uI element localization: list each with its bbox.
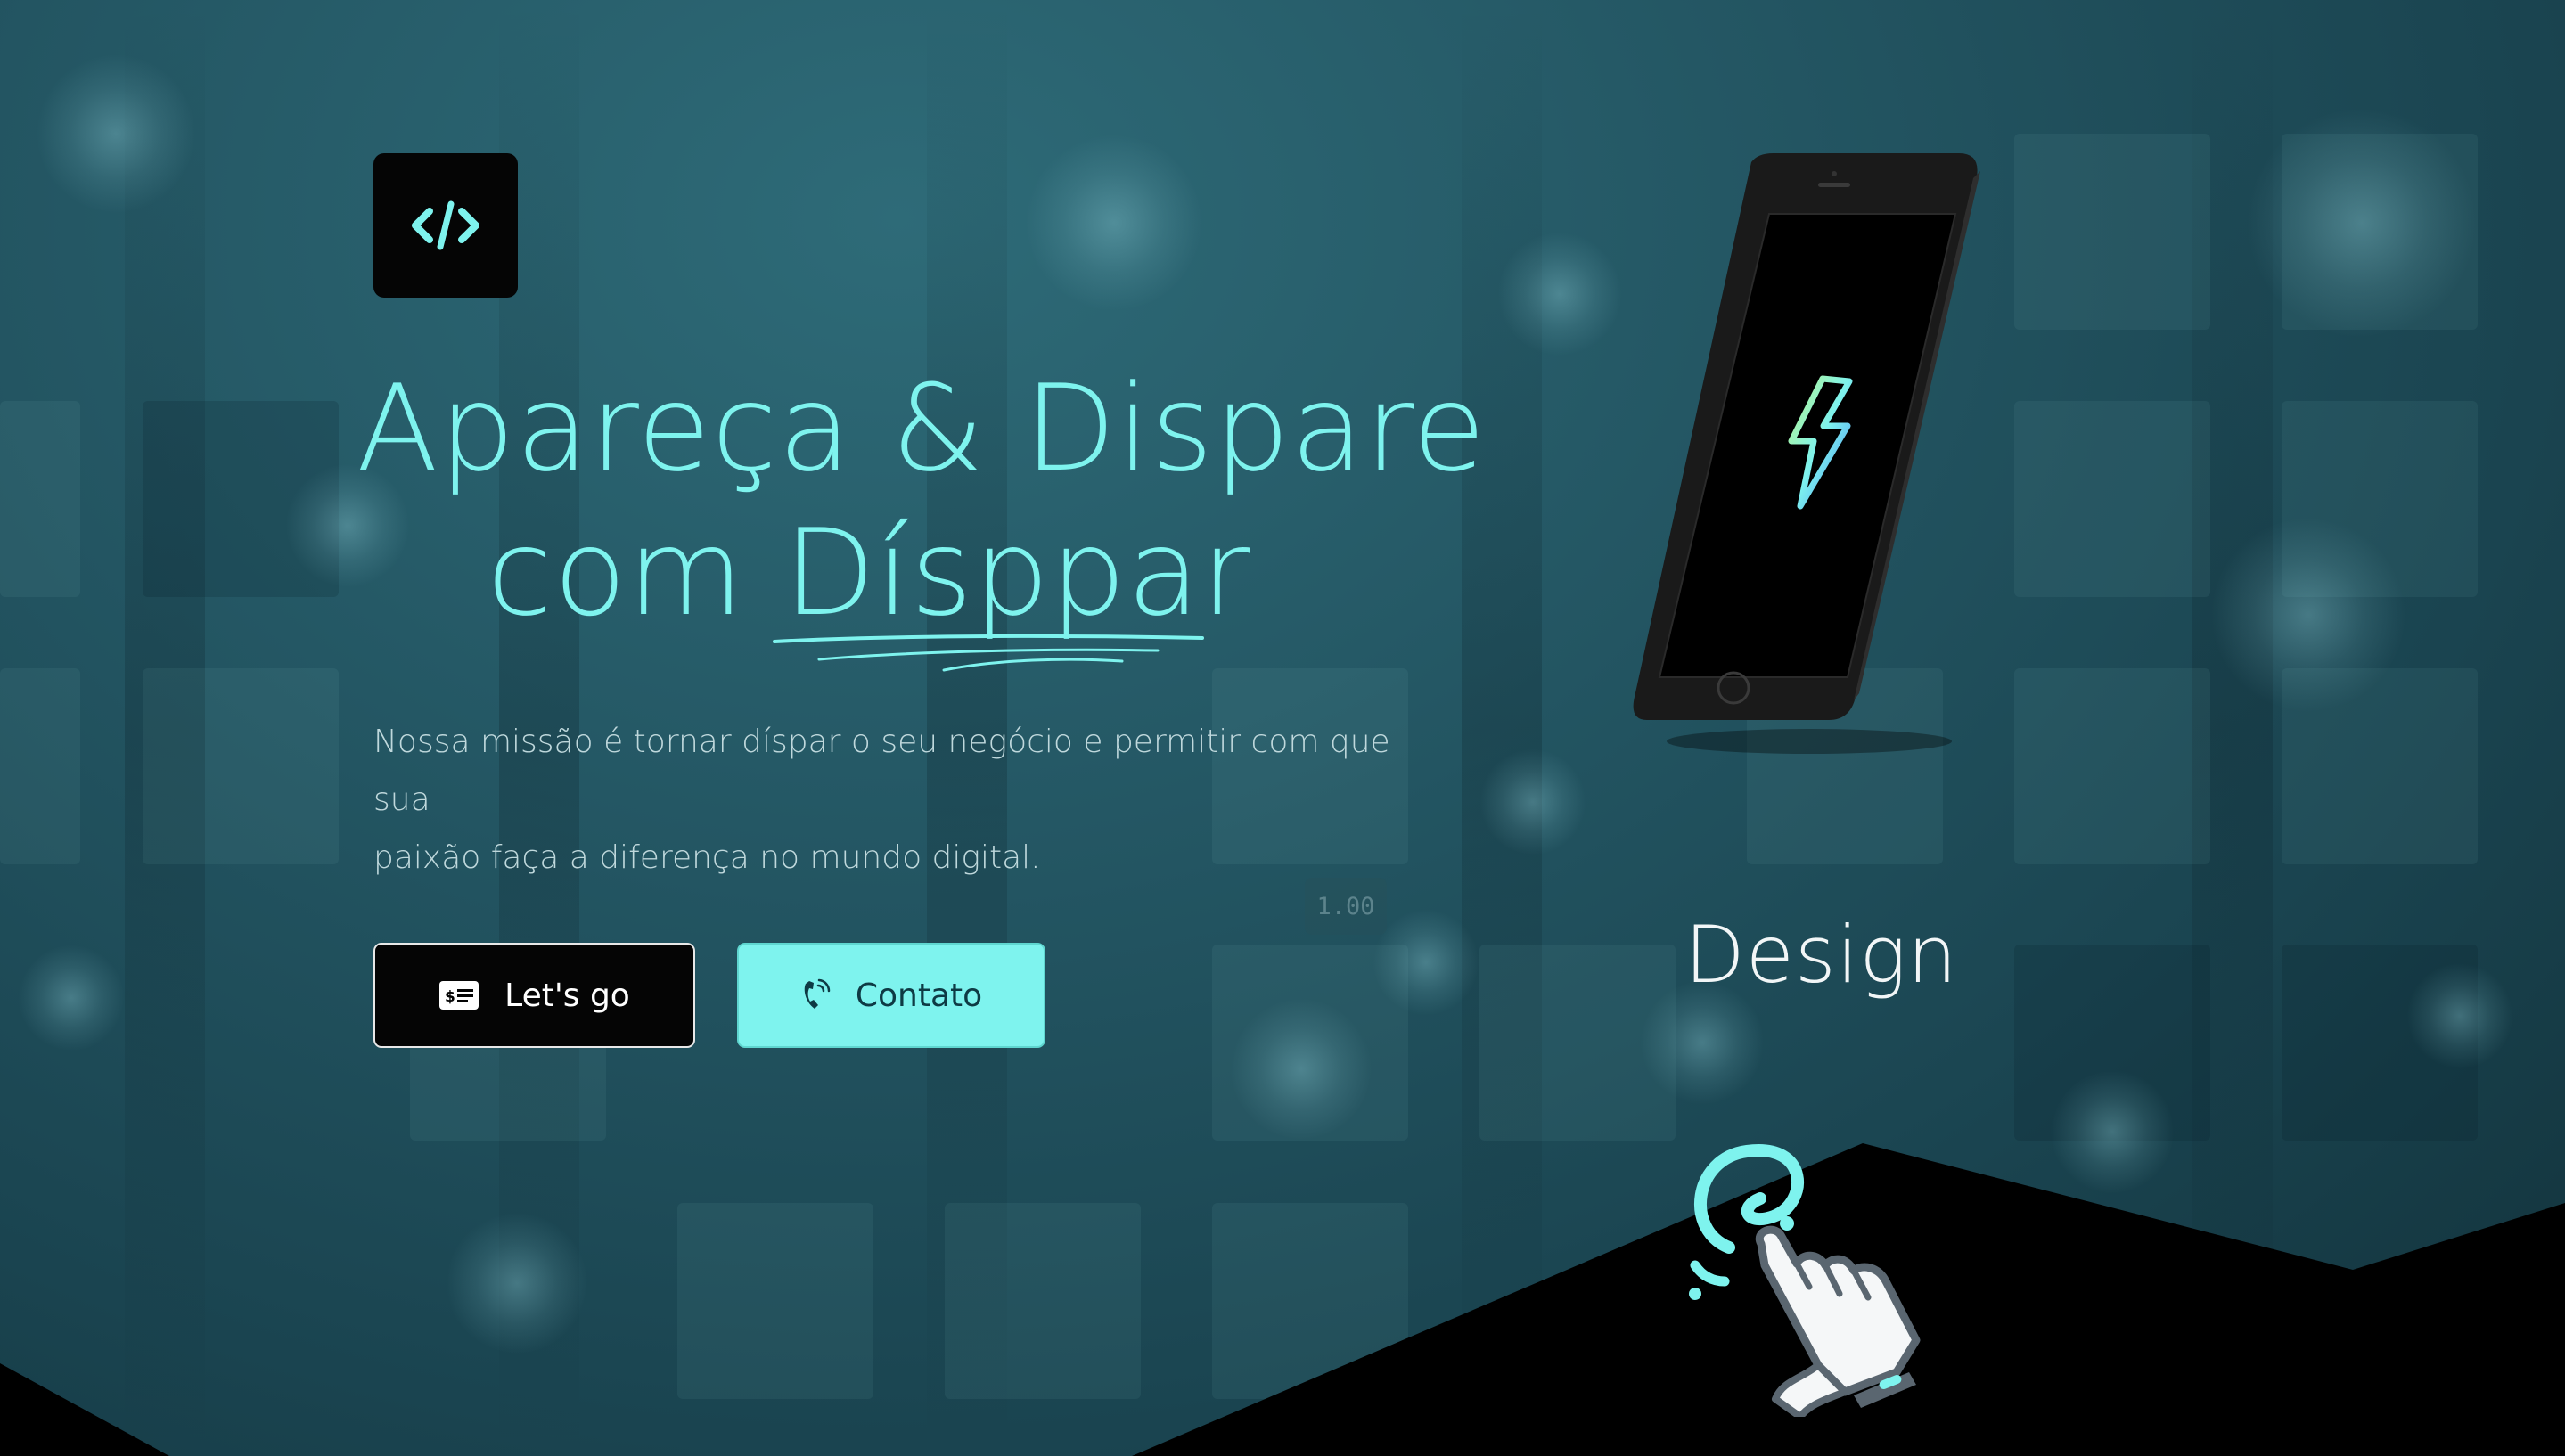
headline-line-1: Apareça & Dispare <box>356 359 1487 498</box>
svg-text:$: $ <box>445 988 455 1006</box>
hero-headline: Apareça & Dispare com Dísppar <box>356 356 1487 672</box>
contact-button[interactable]: Contato <box>737 943 1045 1048</box>
pointing-hand-icon <box>1689 1144 1921 1417</box>
smartphone-mockup <box>1633 153 1980 754</box>
zoom-indicator: 1.00 <box>1305 878 1387 935</box>
feature-label: Design <box>1684 909 1958 1001</box>
brand-name-text: Dísppar <box>783 503 1251 642</box>
scribble-underline <box>773 634 1205 672</box>
brand-name: Dísppar <box>773 501 1251 672</box>
code-icon <box>412 200 479 250</box>
subtitle-line-2: paixão faça a diferença no mundo digital… <box>373 839 1041 876</box>
lets-go-button[interactable]: $ Let's go <box>373 943 695 1048</box>
id-card-icon: $ <box>439 981 479 1010</box>
logo[interactable] <box>373 153 518 298</box>
contact-label: Contato <box>855 977 983 1014</box>
headline-prefix: com <box>487 503 784 642</box>
lets-go-label: Let's go <box>504 977 630 1014</box>
hero-subtitle: Nossa missão é tornar díspar o seu negóc… <box>373 713 1443 887</box>
headline-line-2: com Dísppar <box>356 501 1381 672</box>
phone-ringing-icon <box>804 978 831 1009</box>
subtitle-line-1: Nossa missão é tornar díspar o seu negóc… <box>373 724 1390 818</box>
